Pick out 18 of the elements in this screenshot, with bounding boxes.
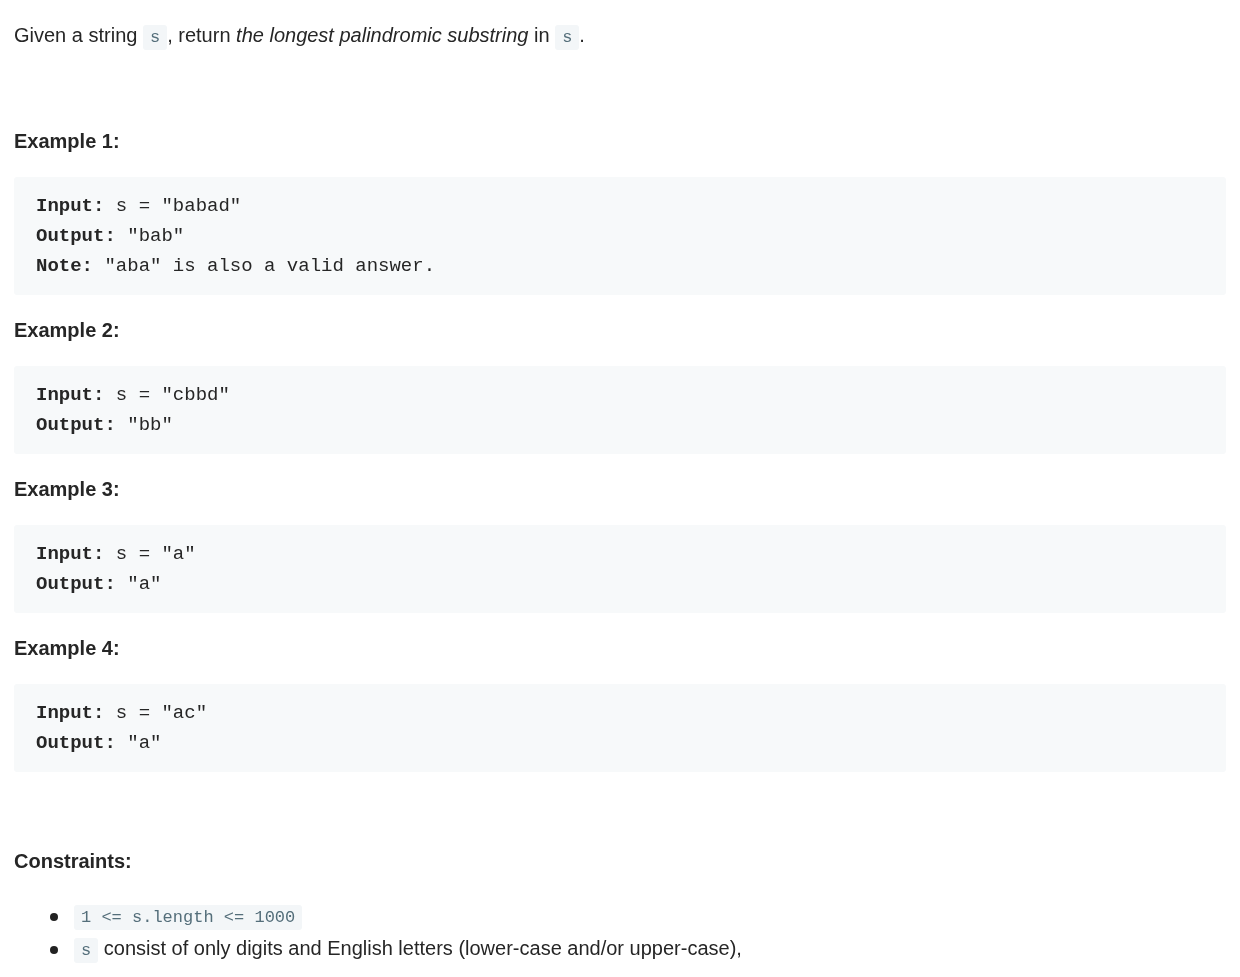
example-heading: Example 1: [14,129,121,154]
code-line: Input: s = "babad" [36,194,242,219]
constraints-heading: Constraints: [14,849,133,874]
code-line: Input: s = "ac" [36,701,208,726]
constraint-text: s consist of only digits and English letters (lower-case and/or upper-case), [74,933,742,966]
code-line: Output: "bb" [36,413,173,438]
code-line: Output: "bab" [36,224,185,249]
code-line: Output: "a" [36,731,162,756]
code-line: Note: "aba" is also a valid answer. [36,254,436,279]
bullet-icon [50,945,58,954]
example-heading: Example 4: [14,636,121,661]
code-line: Input: s = "cbbd" [36,383,230,408]
code-line: Input: s = "a" [36,542,196,567]
bullet-icon [50,912,58,921]
example-heading: Example 3: [14,477,121,502]
intro-paragraph: Given a string s , return the longest palindromic substring in s . [14,20,1226,53]
code-line: Output: "a" [36,572,162,597]
example-heading: Example 2: [14,318,121,343]
